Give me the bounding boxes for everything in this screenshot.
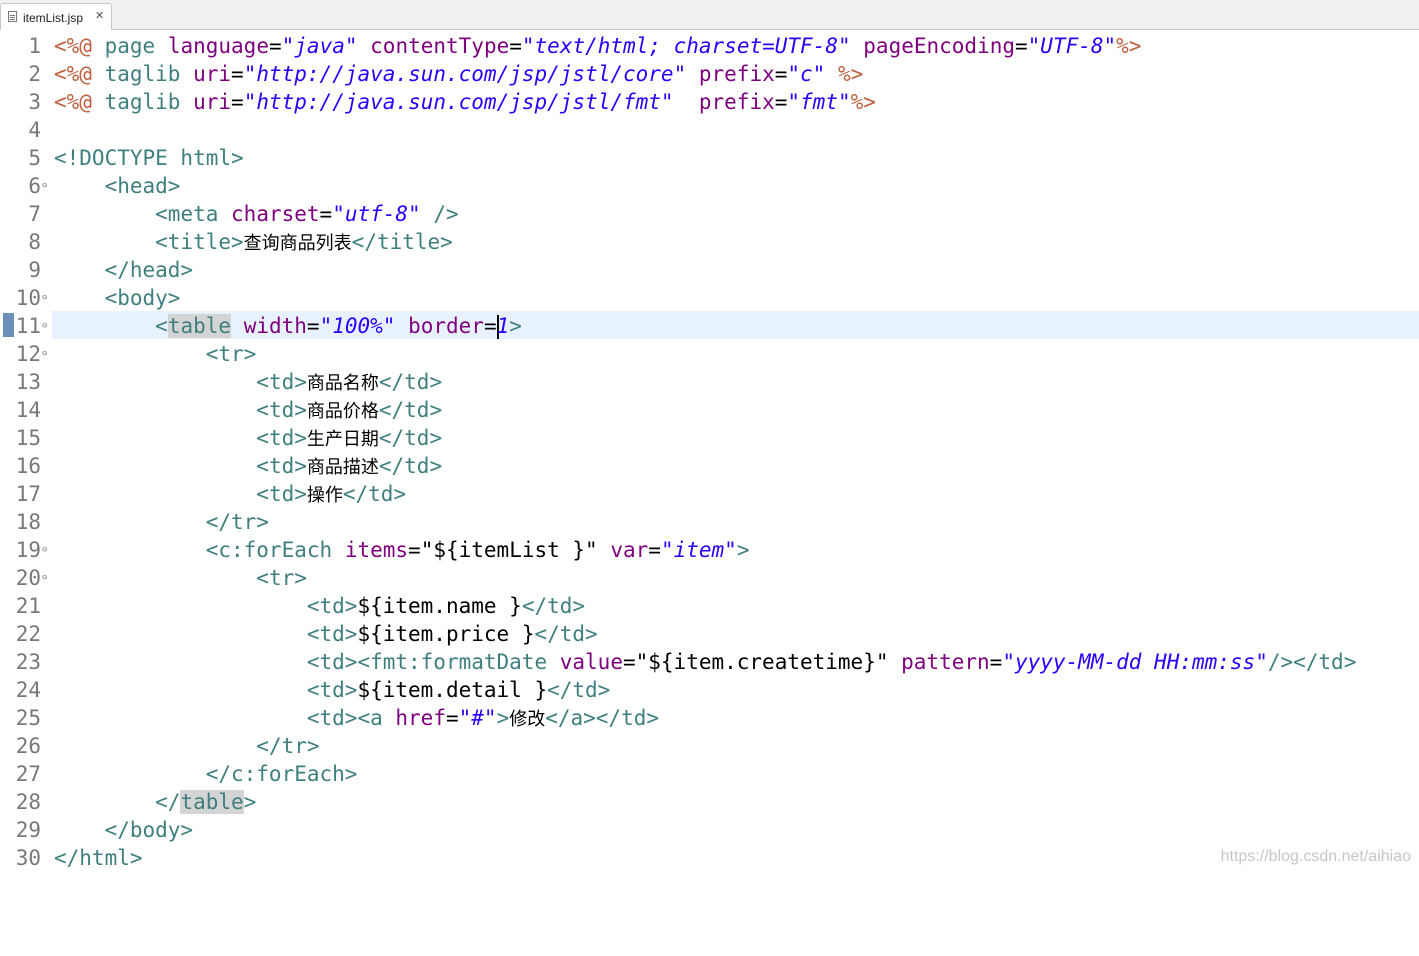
code-line-6: 6 ⊖ <head>: [0, 172, 1419, 200]
code-line-20: 20 ⊖ <tr>: [0, 564, 1419, 592]
line-number: 18: [15, 510, 41, 534]
line-number: 21: [15, 594, 41, 618]
fold-toggle-icon[interactable]: ⊖: [42, 294, 47, 303]
line-number: 9: [28, 258, 41, 282]
column-name: 商品名称: [306, 373, 379, 394]
line-number: 14: [15, 398, 41, 422]
code-editor[interactable]: 1 <%@ page language="java" contentType="…: [0, 30, 1419, 872]
line-number: 12: [15, 342, 41, 366]
line-number: 30: [15, 846, 41, 870]
code-line-9: 9 </head>: [0, 256, 1419, 284]
code-line-18: 18 </tr>: [0, 508, 1419, 536]
line-number: 13: [15, 370, 41, 394]
code-line-23: 23 <td><fmt:formatDate value="${item.cre…: [0, 648, 1419, 676]
line-number: 17: [15, 482, 41, 506]
code-line-27: 27 </c:forEach>: [0, 760, 1419, 788]
fold-toggle-icon[interactable]: ⊖: [42, 182, 47, 191]
code-line-7: 7 <meta charset="utf-8" />: [0, 200, 1419, 228]
code-line-1: 1 <%@ page language="java" contentType="…: [0, 32, 1419, 60]
line-number: 10: [15, 286, 41, 310]
fold-toggle-icon[interactable]: ⊖: [42, 546, 47, 555]
code-line-8: 8 <title>查询商品列表</title>: [0, 228, 1419, 256]
code-line-15: 15 <td>生产日期</td>: [0, 424, 1419, 452]
code-line-2: 2 <%@ taglib uri="http://java.sun.com/js…: [0, 60, 1419, 88]
line-number: 26: [15, 734, 41, 758]
line-number: 15: [15, 426, 41, 450]
code-line-30: 30 </html>: [0, 844, 1419, 872]
code-line-5: 5 <!DOCTYPE html>: [0, 144, 1419, 172]
line-number: 2: [28, 62, 41, 86]
line-number: 28: [15, 790, 41, 814]
code-line-14: 14 <td>商品价格</td>: [0, 396, 1419, 424]
code-line-19: 19 ⊖ <c:forEach items="${itemList }" var…: [0, 536, 1419, 564]
line-number: 22: [15, 622, 41, 646]
line-number: 29: [15, 818, 41, 842]
line-number: 24: [15, 678, 41, 702]
code-line-28: 28 </table>: [0, 788, 1419, 816]
line-number: 11: [15, 314, 41, 338]
code-line-13: 13 <td>商品名称</td>: [0, 368, 1419, 396]
editor-tab-bar: itemList.jsp ✕: [0, 0, 1419, 30]
code-line-16: 16 <td>商品描述</td>: [0, 452, 1419, 480]
line-number: 25: [15, 706, 41, 730]
column-name: 商品价格: [306, 401, 379, 422]
line-number: 4: [28, 118, 41, 142]
code-line-11: 11 ⊖ <table width="100%" border=1>: [0, 312, 1419, 340]
column-name: 商品描述: [306, 457, 379, 478]
line-number: 23: [15, 650, 41, 674]
fold-toggle-icon[interactable]: ⊖: [42, 574, 47, 583]
code-line-26: 26 </tr>: [0, 732, 1419, 760]
line-number: 20: [15, 566, 41, 590]
fold-toggle-icon[interactable]: ⊖: [42, 350, 47, 359]
column-name: 操作: [306, 485, 343, 506]
tab-itemlist-jsp[interactable]: itemList.jsp ✕: [0, 3, 112, 30]
code-line-4: 4: [0, 116, 1419, 144]
line-number: 7: [28, 202, 41, 226]
line-number: 3: [28, 90, 41, 114]
code-line-10: 10 ⊖ <body>: [0, 284, 1419, 312]
code-line-17: 17 <td>操作</td>: [0, 480, 1419, 508]
title-text: 查询商品列表: [243, 233, 352, 254]
watermark: https://blog.csdn.net/aihiao: [1220, 848, 1411, 865]
close-icon[interactable]: ✕: [95, 9, 104, 22]
code-line-22: 22 <td>${item.price }</td>: [0, 620, 1419, 648]
code-lines: 1 <%@ page language="java" contentType="…: [0, 32, 1419, 872]
line-number: 6: [28, 174, 41, 198]
edit-link-text: 修改: [509, 709, 546, 730]
code-line-21: 21 <td>${item.name }</td>: [0, 592, 1419, 620]
jsp-file-icon: [8, 11, 17, 22]
code-line-3: 3 <%@ taglib uri="http://java.sun.com/js…: [0, 88, 1419, 116]
line-number: 5: [28, 146, 41, 170]
line-number: 8: [28, 230, 41, 254]
column-name: 生产日期: [306, 429, 379, 450]
line-number: 27: [15, 762, 41, 786]
line-number: 16: [15, 454, 41, 478]
fold-toggle-icon[interactable]: ⊖: [42, 322, 47, 331]
line-number: 1: [28, 34, 41, 58]
code-line-24: 24 <td>${item.detail }</td>: [0, 676, 1419, 704]
code-line-12: 12 ⊖ <tr>: [0, 340, 1419, 368]
code-line-29: 29 </body>: [0, 816, 1419, 844]
line-number: 19: [15, 538, 41, 562]
tab-label: itemList.jsp: [23, 11, 84, 25]
code-line-25: 25 <td><a href="#">修改</a></td>: [0, 704, 1419, 732]
